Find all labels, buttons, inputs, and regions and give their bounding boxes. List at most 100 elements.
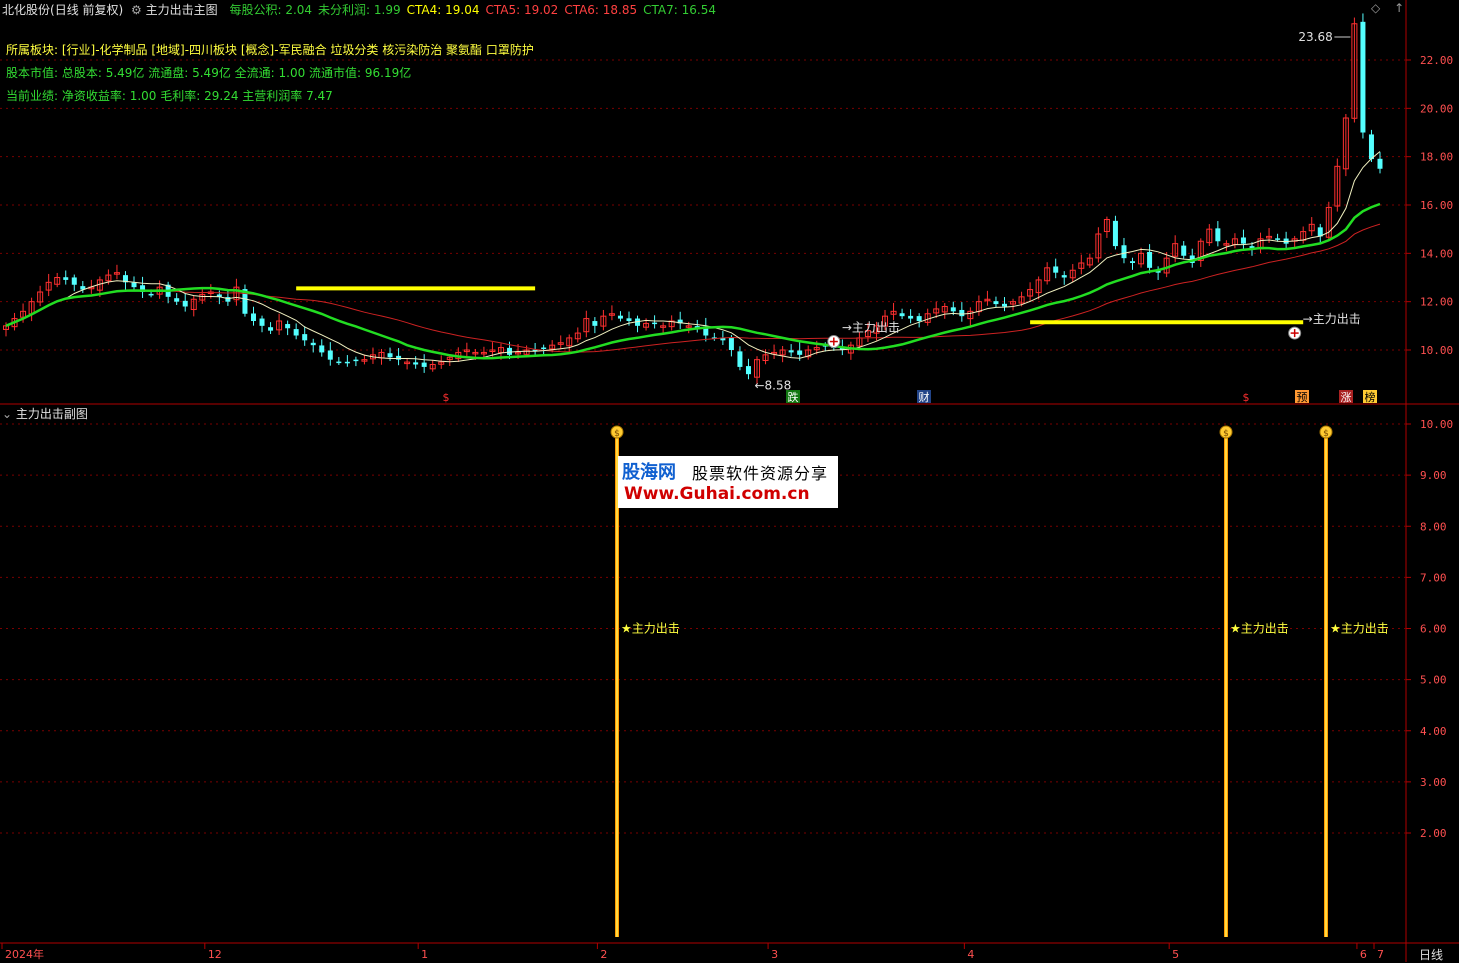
candle bbox=[924, 308, 931, 326]
candle bbox=[285, 320, 291, 336]
event-badge: 跌 bbox=[788, 390, 799, 404]
candle bbox=[541, 344, 547, 354]
candle bbox=[779, 346, 786, 363]
candle bbox=[890, 302, 897, 321]
candle-body bbox=[1112, 220, 1118, 247]
candle bbox=[1078, 254, 1085, 275]
candle-body bbox=[1121, 245, 1127, 259]
candle-body bbox=[1061, 275, 1067, 278]
y-tick-label: 9.00 bbox=[1420, 469, 1447, 482]
candle-body bbox=[797, 350, 803, 355]
event-badge: 榜 bbox=[1365, 390, 1376, 404]
candle bbox=[242, 284, 248, 317]
candle-body bbox=[396, 355, 402, 360]
candle bbox=[71, 274, 77, 292]
stock-name[interactable]: 北化股份 bbox=[2, 3, 50, 17]
candle bbox=[361, 354, 368, 365]
candle-body bbox=[1130, 261, 1136, 263]
candle bbox=[694, 319, 700, 333]
candle bbox=[600, 309, 607, 331]
candle bbox=[557, 335, 564, 350]
candle bbox=[140, 276, 146, 298]
candle bbox=[45, 273, 52, 297]
period-label: (日线 前复权) bbox=[50, 3, 124, 17]
candle-body bbox=[728, 337, 734, 350]
market-value-info: 股本市值: 总股本: 5.49亿 流通盘: 5.49亿 全流通: 1.00 流通… bbox=[6, 66, 412, 80]
candle bbox=[438, 355, 445, 369]
header-field: 未分利润: 1.99 bbox=[318, 3, 401, 17]
candle bbox=[592, 317, 598, 334]
candle bbox=[122, 271, 128, 290]
candle bbox=[344, 355, 350, 367]
candle bbox=[1257, 232, 1264, 253]
x-tick-label: 2024年 bbox=[5, 947, 44, 961]
candle bbox=[1130, 257, 1136, 270]
candle bbox=[975, 295, 982, 316]
candle-body bbox=[1181, 245, 1187, 256]
watermark-logo: 股海网 股票软件资源分享 Www.Guhai.com.cn bbox=[618, 456, 838, 508]
candle-body bbox=[302, 334, 308, 341]
candle bbox=[165, 281, 171, 304]
candle bbox=[1103, 216, 1110, 238]
candle-body bbox=[336, 361, 342, 364]
candle bbox=[959, 302, 965, 322]
candle bbox=[1189, 248, 1195, 268]
candle-body bbox=[259, 318, 265, 326]
candle bbox=[1223, 240, 1230, 252]
candle-body bbox=[1275, 238, 1281, 240]
y-tick-label: 12.00 bbox=[1420, 296, 1453, 309]
candle bbox=[293, 323, 299, 340]
y-tick-label: 6.00 bbox=[1420, 623, 1447, 636]
candle bbox=[250, 306, 256, 326]
y-tick-label: 5.00 bbox=[1420, 674, 1447, 687]
candle-body bbox=[1001, 303, 1007, 307]
header-field: 每股公积: 2.04 bbox=[229, 3, 313, 17]
candle-body bbox=[1053, 266, 1059, 273]
candle-body bbox=[1368, 134, 1374, 160]
candle bbox=[429, 359, 436, 372]
candle-body bbox=[1215, 228, 1221, 242]
candle bbox=[1231, 233, 1238, 249]
candle-body bbox=[788, 350, 794, 353]
up-arrow-icon[interactable]: ↑ bbox=[1394, 1, 1404, 15]
candle bbox=[1300, 226, 1307, 244]
candle bbox=[413, 356, 419, 369]
candle bbox=[1044, 262, 1051, 285]
candle bbox=[336, 357, 342, 365]
event-badge: 财 bbox=[919, 390, 930, 404]
candle bbox=[1112, 215, 1118, 250]
sub-panel-title[interactable]: 主力出击副图 bbox=[16, 407, 88, 421]
candle-body bbox=[344, 361, 350, 364]
candle-body bbox=[1240, 237, 1246, 244]
candle bbox=[635, 315, 641, 333]
indicator-main-name[interactable]: 主力出击主图 bbox=[146, 3, 218, 17]
candle bbox=[967, 307, 974, 326]
y-tick-label: 8.00 bbox=[1420, 520, 1447, 533]
candle bbox=[908, 309, 914, 324]
x-tick-label: 12 bbox=[208, 948, 222, 961]
y-tick-label: 4.00 bbox=[1420, 725, 1447, 738]
x-tick-label: 1 bbox=[421, 948, 428, 961]
candle-body bbox=[293, 329, 299, 336]
candle bbox=[660, 322, 667, 334]
candle bbox=[1138, 247, 1145, 268]
settings-icon[interactable]: ⚙ bbox=[131, 3, 142, 17]
candle bbox=[174, 293, 180, 306]
candle bbox=[1206, 224, 1213, 246]
candle-body bbox=[63, 277, 69, 280]
dropdown-icon[interactable]: ⌄ bbox=[2, 407, 12, 421]
candle bbox=[353, 356, 359, 367]
candle bbox=[1360, 13, 1366, 139]
candle bbox=[805, 345, 812, 360]
y-tick-label: 10.00 bbox=[1420, 418, 1453, 431]
candle bbox=[677, 311, 683, 329]
candle-body bbox=[507, 347, 513, 355]
event-badge: 预 bbox=[1297, 391, 1308, 404]
high-label: 23.68 bbox=[1298, 30, 1332, 44]
candle bbox=[268, 322, 274, 335]
period-tab[interactable]: 日线 bbox=[1419, 946, 1443, 963]
candle bbox=[1342, 114, 1349, 177]
signal-1-label: →主力出击 bbox=[842, 321, 900, 335]
watermark-brand: 股海网 bbox=[622, 462, 676, 483]
diamond-icon[interactable]: ◇ bbox=[1371, 1, 1380, 15]
